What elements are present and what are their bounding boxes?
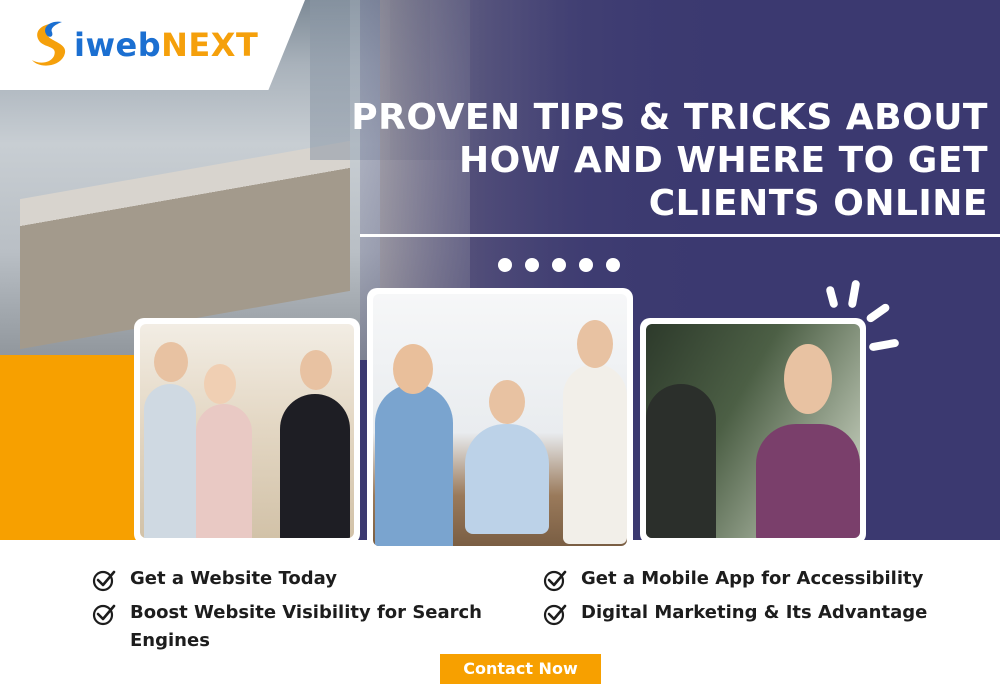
logo-text-orange: NEXT: [161, 26, 259, 64]
logo-card: iwebNEXT: [0, 0, 305, 90]
carousel-dot[interactable]: [552, 258, 566, 272]
photo-handshake-image: [373, 294, 627, 546]
check-circle-icon: [92, 604, 116, 626]
feature-list-right: Get a Mobile App for Accessibility Digit…: [543, 565, 983, 633]
page-headline: PROVEN TIPS & TRICKS ABOUT HOW AND WHERE…: [340, 96, 988, 225]
photo-card-couple: [134, 318, 360, 544]
feature-item: Digital Marketing & Its Advantage: [543, 599, 983, 627]
check-circle-icon: [92, 570, 116, 592]
carousel-dot[interactable]: [606, 258, 620, 272]
carousel-dots: [498, 258, 620, 272]
headline-line-2: HOW AND WHERE TO GET: [458, 140, 988, 181]
carousel-dot[interactable]: [579, 258, 593, 272]
contact-now-button[interactable]: Contact Now: [440, 654, 601, 684]
feature-text: Digital Marketing & Its Advantage: [581, 602, 928, 623]
carousel-dot[interactable]: [498, 258, 512, 272]
photo-card-smiling-man: [640, 318, 866, 544]
check-circle-icon: [543, 604, 567, 626]
photo-card-handshake: [367, 288, 633, 552]
feature-text: Get a Website Today: [130, 568, 337, 589]
logo-wordmark[interactable]: iwebNEXT: [74, 26, 258, 64]
feature-text: Boost Website Visibility for Search Engi…: [130, 602, 482, 651]
feature-item: Get a Mobile App for Accessibility: [543, 565, 983, 593]
feature-text: Get a Mobile App for Accessibility: [581, 568, 924, 589]
carousel-dot[interactable]: [525, 258, 539, 272]
headline-divider: [360, 234, 1000, 237]
photo-couple-image: [140, 324, 354, 538]
feature-item: Boost Website Visibility for Search Engi…: [92, 599, 522, 655]
headline-line-1: PROVEN TIPS & TRICKS ABOUT: [351, 97, 988, 138]
feature-item: Get a Website Today: [92, 565, 522, 593]
photo-smiling-man-image: [646, 324, 860, 538]
feature-list-left: Get a Website Today Boost Website Visibi…: [92, 565, 522, 661]
check-circle-icon: [543, 570, 567, 592]
orange-accent-block: [0, 355, 150, 540]
logo-swirl-icon[interactable]: [28, 20, 72, 68]
headline-line-3: CLIENTS ONLINE: [648, 183, 988, 224]
logo-text-blue: iweb: [74, 26, 162, 64]
